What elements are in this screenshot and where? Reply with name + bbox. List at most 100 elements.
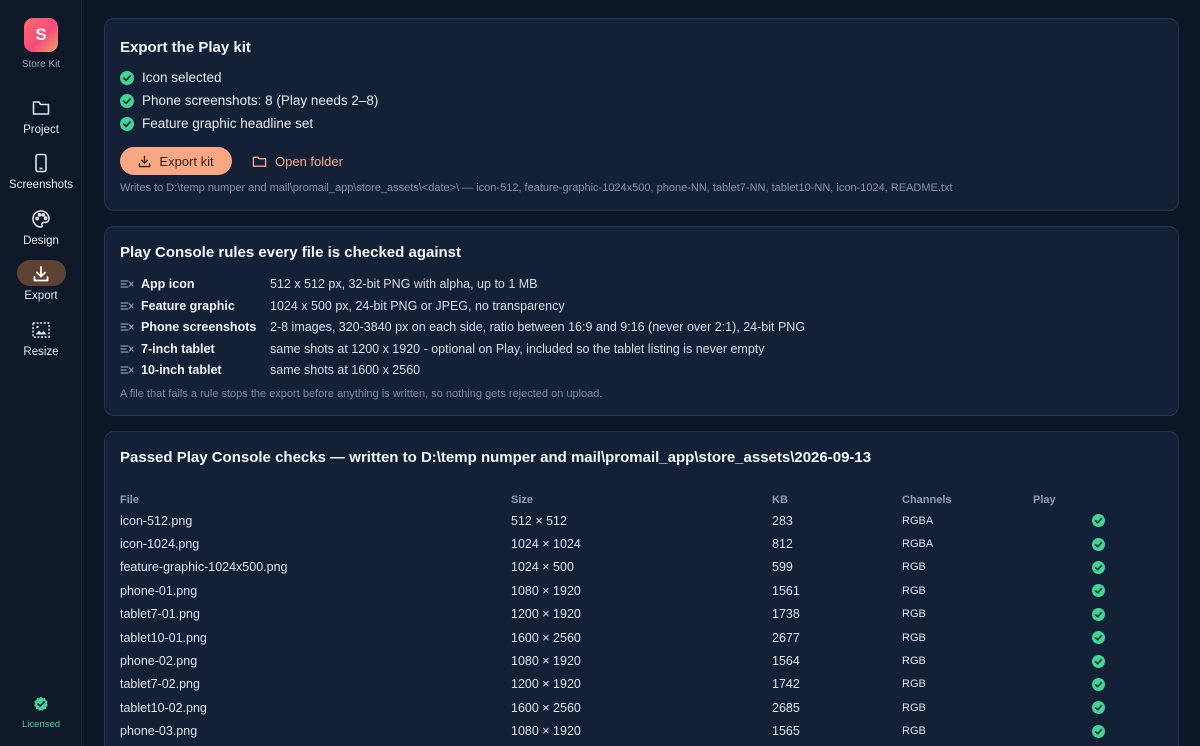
check-circle-icon [1092,560,1105,574]
download-icon [33,266,49,282]
play-status-cell [1033,720,1113,743]
channels-cell: RGB [902,584,926,597]
open-folder-label: Open folder [275,153,343,169]
size-cell: 1600 × 2560 [511,630,581,645]
check-circle-icon [1092,607,1105,621]
channels-cell: RGB [902,631,926,644]
check-circle-icon [1092,631,1105,645]
checklist-text: Phone screenshots: 8 (Play needs 2–8) [142,93,379,108]
column-header-size: Size [511,493,534,506]
rule-row: 7-inch tablet same shots at 1200 x 1920 … [120,340,765,358]
play-status-cell [1033,579,1113,602]
size-cell: 1080 × 1920 [511,724,581,739]
check-circle-icon [1092,677,1105,691]
table-row: icon-512.png 512 × 512 283 RGBA [120,509,1113,532]
rule-icon [120,344,134,353]
rule-description: same shots at 1200 x 1920 - optional on … [270,341,765,356]
results-card: Passed Play Console checks — written to … [104,431,1179,746]
rule-name: Phone screenshots [141,320,257,334]
sidebar-item-project[interactable]: Project [0,96,82,148]
kb-cell: 2685 [772,700,800,715]
kb-cell: 2677 [772,630,800,645]
table-row: tablet7-01.png 1200 × 1920 1738 RGB [120,603,1113,626]
sidebar-item-label: Design [23,235,59,247]
sidebar-item-resize[interactable]: Resize [0,318,82,370]
channels-cell: RGB [902,561,926,574]
card-title: Passed Play Console checks — written to … [120,449,872,466]
table-header-row: File Size KB Channels Play [120,490,1113,509]
sidebar-item-screenshots[interactable]: Screenshots [0,151,82,203]
check-circle-icon [1092,514,1105,528]
app-logo[interactable]: S [24,18,58,52]
channels-cell: RGB [902,678,926,691]
table-row: phone-02.png 1080 × 1920 1564 RGB [120,649,1113,672]
rule-row: App icon 512 x 512 px, 32-bit PNG with a… [120,275,538,293]
sidebar-item-label: Screenshots [9,179,73,191]
file-cell: tablet10-02.png [120,700,207,715]
play-status-cell [1033,626,1113,649]
play-status-cell [1033,509,1113,532]
file-cell: phone-03.png [120,724,198,739]
rule-icon [120,366,134,374]
kb-cell: 1742 [772,677,800,692]
play-status-cell [1033,556,1113,579]
rule-name: Feature graphic [141,298,235,313]
download-icon [139,155,151,167]
results-table-body: icon-512.png 512 × 512 283 RGBA icon-1024.pn… [120,509,1113,743]
check-circle-icon [1092,584,1105,598]
table-row: icon-1024.png 1024 × 1024 812 RGBA [120,532,1113,555]
kb-cell: 599 [772,560,793,575]
export-kit-button[interactable]: Export kit [120,147,232,175]
check-circle-icon [1092,724,1105,738]
play-status-cell [1033,603,1113,626]
rule-name: 7-inch tablet [141,341,215,356]
size-cell: 512 × 512 [511,513,567,528]
kb-cell: 1564 [772,654,800,669]
sidebar-item-label: Resize [23,346,59,358]
play-status-cell [1033,649,1113,672]
size-cell: 1024 × 1024 [511,537,581,552]
sidebar-item-design[interactable]: Design [0,207,82,259]
open-folder-button[interactable]: Open folder [252,147,343,175]
column-header-channels: Channels [902,493,952,506]
kb-cell: 1561 [772,583,800,598]
column-header-file: File [120,493,139,506]
kb-cell: 1565 [772,724,800,739]
folder-icon [252,156,267,167]
rule-description: 2-8 images, 320-3840 px on each side, ra… [270,320,806,334]
export-card: Export the Play kit Icon selected Phone … [104,18,1179,211]
checklist-text: Icon selected [142,70,222,85]
rules-card: Play Console rules every file is checked… [104,226,1179,416]
results-table: File Size KB Channels Play icon-512.png 5… [120,490,1113,743]
channels-cell: RGB [902,725,926,738]
sidebar-item-export[interactable]: Export [0,260,82,314]
rule-icon [120,301,134,310]
rule-name: 10-inch tablet [141,363,222,377]
channels-cell: RGB [902,701,926,714]
play-status-cell [1033,673,1113,696]
size-cell: 1200 × 1920 [511,677,581,692]
file-cell: icon-1024.png [120,537,200,552]
rule-icon [120,323,134,331]
check-circle-icon [120,70,134,85]
table-row: tablet10-01.png 1600 × 2560 2677 RGB [120,626,1113,649]
check-circle-icon [120,93,134,108]
table-row: phone-01.png 1080 × 1920 1561 RGB [120,579,1113,602]
play-status-cell [1033,696,1113,719]
rule-description: same shots at 1600 x 2560 [270,363,421,377]
kb-cell: 812 [772,537,793,552]
table-row: tablet7-02.png 1200 × 1920 1742 RGB [120,673,1113,696]
app-name: Store Kit [21,59,61,70]
resize-icon [32,322,50,338]
rule-description: 1024 x 500 px, 24-bit PNG or JPEG, no tr… [270,298,565,313]
channels-cell: RGBA [902,514,934,527]
rules-note: A file that fails a rule stops the expor… [120,388,603,400]
file-cell: phone-01.png [120,583,198,598]
rule-row: 10-inch tablet same shots at 1600 x 2560 [120,361,420,379]
sidebar-item-label: Export [24,290,58,302]
file-cell: tablet10-01.png [120,630,207,645]
file-cell: tablet7-02.png [120,677,200,692]
size-cell: 1600 × 2560 [511,700,581,715]
check-circle-icon [1092,701,1105,715]
rule-description: 512 x 512 px, 32-bit PNG with alpha, up … [270,277,538,291]
